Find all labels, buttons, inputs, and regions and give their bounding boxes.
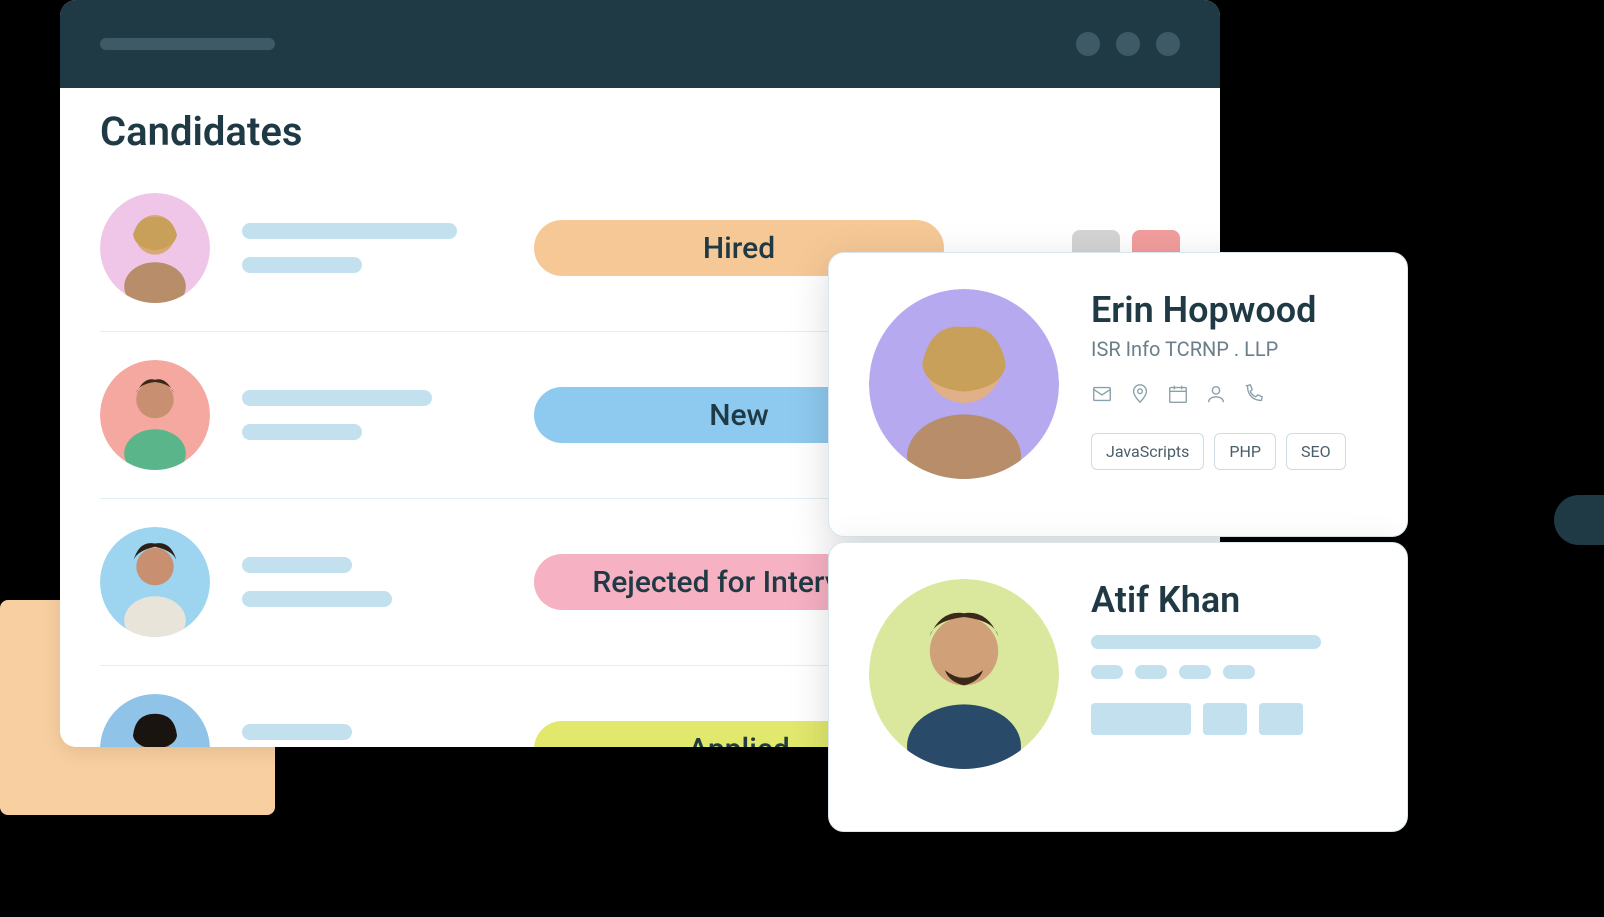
email-icon[interactable] [1091,383,1113,405]
placeholder-chips [1091,665,1367,679]
avatar[interactable] [100,193,210,303]
candidate-info-placeholder [242,557,502,607]
window-dot[interactable] [1116,32,1140,56]
placeholder-line [242,390,432,406]
window-dot[interactable] [1076,32,1100,56]
card-body: Atif Khan [1091,579,1367,795]
candidate-info-placeholder [242,223,502,273]
candidate-info-placeholder [242,390,502,440]
window-titlebar [60,0,1220,88]
placeholder-block [1203,703,1247,735]
page-title: Candidates [100,108,1180,155]
placeholder-line [242,591,392,607]
placeholder-line [242,724,352,740]
skill-tags: JavaScripts PHP SEO [1091,433,1367,470]
placeholder-chip [1223,665,1255,679]
placeholder-blocks [1091,703,1367,735]
skill-tag[interactable]: SEO [1286,433,1346,470]
placeholder-chip [1091,665,1123,679]
placeholder-line [242,257,362,273]
candidate-name: Atif Khan [1091,579,1367,621]
placeholder-line [1091,635,1321,649]
skill-tag[interactable]: PHP [1214,433,1276,470]
person-icon[interactable] [1205,383,1227,405]
placeholder-line [242,424,362,440]
candidate-detail-card[interactable]: Erin Hopwood ISR Info TCRNP . LLP JavaSc… [828,252,1408,537]
placeholder-line [242,223,457,239]
avatar[interactable] [869,289,1059,479]
calendar-icon[interactable] [1167,383,1189,405]
candidate-detail-card[interactable]: Atif Khan [828,542,1408,832]
window-controls [1076,32,1180,56]
titlebar-placeholder [100,38,275,50]
location-icon[interactable] [1129,383,1151,405]
contact-icons [1091,383,1367,405]
placeholder-line [242,557,352,573]
placeholder-chip [1179,665,1211,679]
skill-tag[interactable]: JavaScripts [1091,433,1204,470]
decorative-dot [1554,495,1604,545]
placeholder-block [1259,703,1303,735]
avatar[interactable] [100,360,210,470]
avatar[interactable] [869,579,1059,769]
window-dot[interactable] [1156,32,1180,56]
placeholder-block [1091,703,1191,735]
avatar[interactable] [100,527,210,637]
placeholder-chip [1135,665,1167,679]
card-body: Erin Hopwood ISR Info TCRNP . LLP JavaSc… [1091,289,1367,500]
candidate-subtitle: ISR Info TCRNP . LLP [1091,337,1367,361]
candidate-info-placeholder [242,724,502,747]
candidate-name: Erin Hopwood [1091,289,1367,331]
avatar[interactable] [100,694,210,747]
phone-icon[interactable] [1243,383,1265,405]
